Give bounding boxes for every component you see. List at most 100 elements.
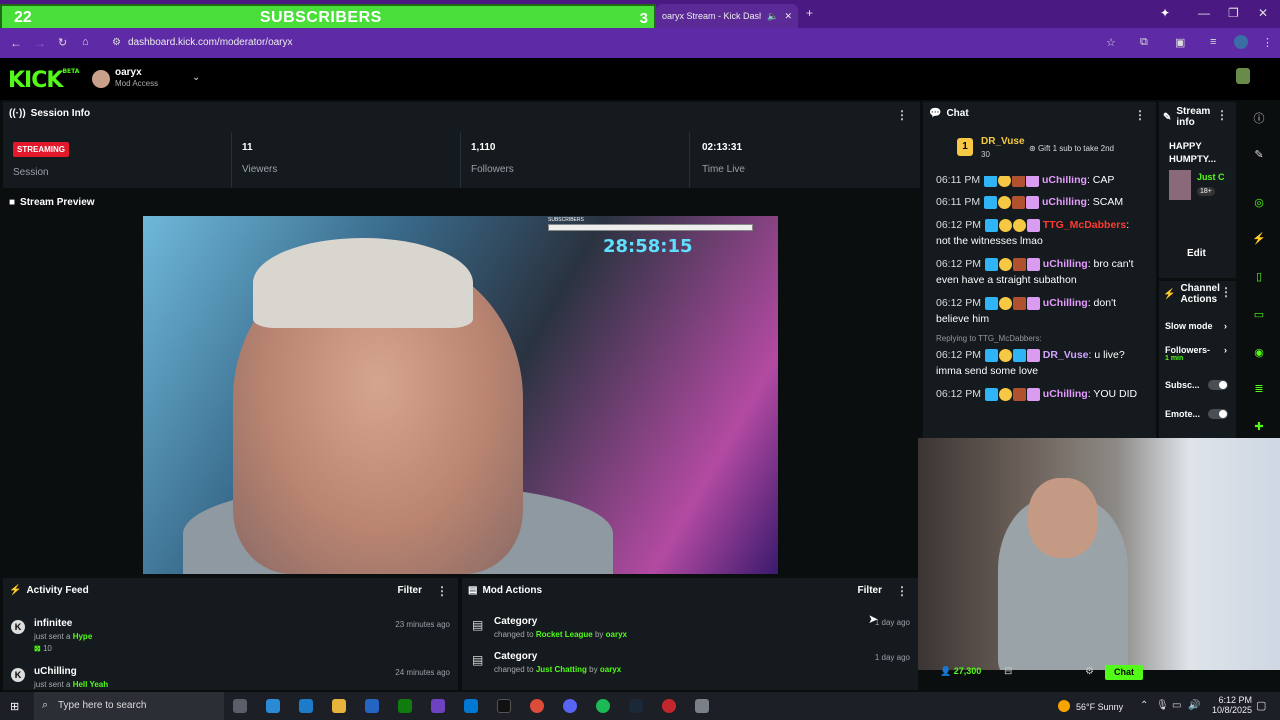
forward-icon[interactable]: → [34, 36, 46, 50]
slow-mode-item[interactable]: Slow mode › [1165, 321, 1235, 331]
tray-arrow-icon[interactable]: ⌃ [1140, 700, 1148, 711]
activity-user[interactable]: infinitee [34, 618, 92, 629]
target-icon[interactable]: ◎ [1251, 196, 1267, 212]
copilot-icon[interactable]: ✦ [1160, 6, 1170, 20]
maximize-icon[interactable]: ❐ [1228, 6, 1239, 20]
menu-icon[interactable]: ⋮ [1262, 36, 1273, 49]
volume-icon[interactable]: 🔊 [1188, 700, 1200, 711]
bookmark-icon[interactable]: ☆ [1106, 36, 1116, 49]
weather-text[interactable]: 56°F Sunny [1076, 702, 1123, 712]
activity-filter-button[interactable]: Filter [398, 585, 422, 596]
activity-user[interactable]: uChilling [34, 666, 108, 677]
more-options-icon[interactable]: ⋮ [896, 108, 908, 122]
profile-icon[interactable] [1234, 35, 1248, 49]
chat-user[interactable]: uChilling [1043, 297, 1088, 309]
mod-actions-title: Mod Actions [482, 585, 543, 596]
gift-prompt[interactable]: ⊛ Gift 1 sub to take 2nd [1029, 144, 1114, 153]
pencil-icon[interactable]: ✎ [1251, 148, 1267, 164]
file-explorer-icon[interactable] [332, 699, 346, 713]
mod-value[interactable]: Rocket League [536, 630, 593, 639]
list-icon[interactable]: ≣ [1251, 382, 1267, 398]
extensions-icon[interactable]: ⧉ [1140, 36, 1148, 49]
home-icon[interactable]: ⌂ [82, 36, 89, 48]
mod-filter-button[interactable]: Filter [858, 585, 882, 596]
settings-icon[interactable]: ⚙ [1085, 666, 1094, 677]
app-icon[interactable] [695, 699, 709, 713]
avatar[interactable] [92, 70, 110, 88]
info-icon[interactable]: ⓘ [1251, 110, 1267, 126]
edit-stream-button[interactable]: Edit [1187, 248, 1206, 259]
activity-more-icon[interactable]: ⋮ [436, 584, 448, 598]
minimize-icon[interactable]: — [1198, 6, 1210, 20]
back-icon[interactable]: ← [10, 36, 22, 50]
followers-mode-item[interactable]: Followers- › 1 min [1165, 345, 1235, 362]
chrome-icon[interactable] [530, 699, 544, 713]
rating-badge: 18+ [1197, 187, 1215, 196]
lightning-icon[interactable]: ⚡ [1251, 232, 1267, 248]
tiktok-icon[interactable] [497, 699, 511, 713]
reload-icon[interactable]: ↻ [58, 36, 67, 49]
chat-user[interactable]: DR_Vuse [1043, 349, 1089, 361]
new-tab-button[interactable]: + [806, 6, 813, 20]
gift-icon[interactable]: ⊟ [1004, 666, 1012, 677]
app-icon[interactable] [431, 699, 445, 713]
xbox-icon[interactable] [398, 699, 412, 713]
spotify-icon[interactable] [596, 699, 610, 713]
broadcast-icon[interactable]: ◉ [1251, 346, 1267, 362]
mute-icon[interactable]: 🔈 [767, 11, 778, 22]
stream-info-more-icon[interactable]: ⋮ [1216, 108, 1228, 122]
emote-mode-toggle[interactable] [1208, 409, 1228, 419]
lightning-icon: ⚡ [9, 585, 22, 596]
mod-user[interactable]: oaryx [600, 665, 621, 674]
windows-start-icon[interactable]: ⊞ [10, 700, 19, 713]
discord-icon[interactable] [563, 699, 577, 713]
network-icon[interactable]: ▭ [1172, 700, 1181, 711]
document-icon[interactable]: ▯ [1251, 270, 1267, 286]
stream-info-header: ✎ Stream info [1163, 106, 1221, 128]
stream-category[interactable]: Just C [1197, 172, 1225, 182]
task-view-icon[interactable] [233, 699, 247, 713]
url-field[interactable]: dashboard.kick.com/moderator/oaryx [128, 37, 293, 48]
followers-mode-value: 1 min [1165, 355, 1184, 362]
copilot-app-icon[interactable] [266, 699, 280, 713]
chat-user[interactable]: TTG_McDabbers [1043, 219, 1126, 231]
notifications-icon[interactable]: ▢ [1256, 699, 1266, 712]
outlook-icon[interactable] [464, 699, 478, 713]
favorites-icon[interactable]: ≡ [1210, 36, 1216, 48]
chat-icon[interactable]: ▭ [1251, 308, 1267, 324]
chevron-right-icon: › [1224, 321, 1227, 331]
kick-logo[interactable]: KICKBETA [8, 68, 79, 93]
taskbar-search-input[interactable]: Type here to search [34, 692, 224, 720]
split-screen-icon[interactable]: ▣ [1175, 36, 1185, 49]
steam-icon[interactable] [629, 699, 643, 713]
chat-user[interactable]: uChilling [1042, 176, 1087, 186]
recording-app-icon[interactable] [662, 699, 676, 713]
activity-item: Hell Yeah [72, 680, 109, 689]
chevron-down-icon[interactable]: ⌄ [192, 72, 200, 83]
video-subject-cap [253, 238, 473, 328]
close-tab-icon[interactable]: ✕ [784, 11, 792, 22]
chat-user[interactable]: uChilling [1043, 388, 1088, 400]
chat-user[interactable]: uChilling [1043, 258, 1088, 270]
close-window-icon[interactable]: ✕ [1258, 6, 1268, 20]
user-profile-icon[interactable] [1236, 68, 1250, 84]
activity-feed-header: ⚡ Activity Feed [9, 585, 89, 596]
top-gifter-name[interactable]: DR_Vuse [981, 136, 1025, 147]
edge-icon[interactable] [299, 699, 313, 713]
site-info-icon[interactable]: ⚙ [112, 37, 121, 48]
stream-video[interactable]: SUBSCRIBERS 28:58:15 [143, 216, 778, 574]
wrench-icon[interactable]: ✚ [1251, 420, 1267, 436]
mod-more-icon[interactable]: ⋮ [896, 584, 908, 598]
channel-actions-more-icon[interactable]: ⋮ [1220, 285, 1232, 299]
chat-user[interactable]: uChilling [1042, 196, 1087, 208]
browser-tab[interactable]: oaryx Stream - Kick Dashbo 🔈 ✕ [656, 4, 798, 28]
mod-user[interactable]: oaryx [606, 630, 627, 639]
mod-value[interactable]: Just Chatting [536, 665, 587, 674]
clock[interactable]: 6:12 PM 10/8/2025 [1212, 695, 1252, 715]
chat-send-button[interactable]: Chat [1105, 665, 1143, 680]
subscribers-mode-toggle[interactable] [1208, 380, 1228, 390]
microphone-icon[interactable]: 🎙 [1156, 700, 1169, 711]
chat-more-icon[interactable]: ⋮ [1134, 108, 1146, 122]
session-info-header: ((·)) Session Info [9, 108, 90, 119]
store-icon[interactable] [365, 699, 379, 713]
